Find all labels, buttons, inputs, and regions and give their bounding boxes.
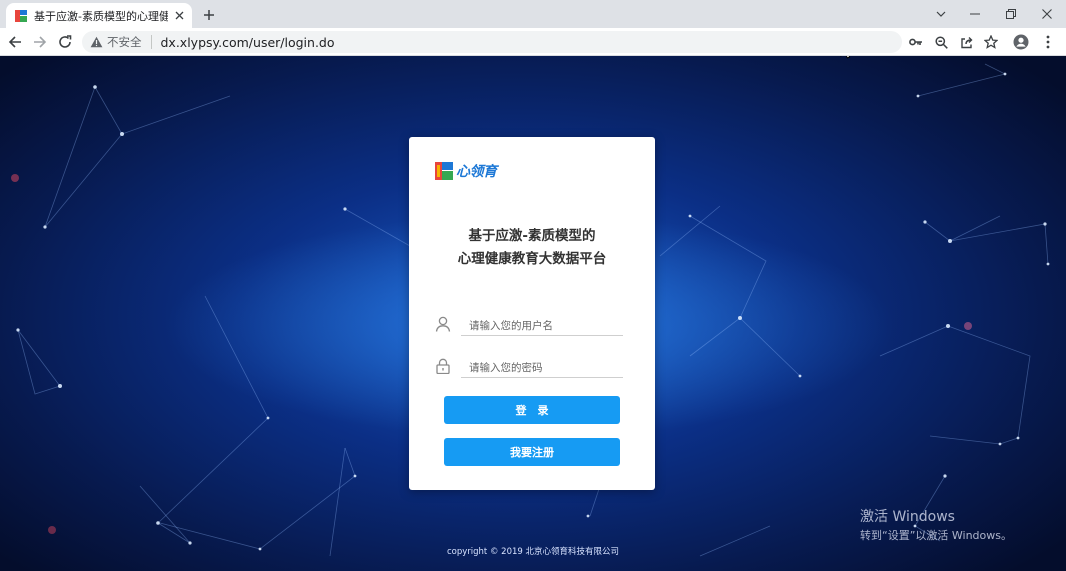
- tab-strip: 基于应激-素质模型的心理健康教育大数据平台: [0, 0, 1066, 28]
- tab-close-icon[interactable]: [172, 9, 186, 23]
- username-field: [435, 312, 623, 336]
- bookmark-star-icon[interactable]: [983, 34, 999, 50]
- mouse-cursor-icon: [840, 56, 851, 59]
- reload-icon[interactable]: [56, 33, 74, 51]
- lock-icon: [436, 358, 450, 374]
- restore-window-icon[interactable]: [994, 4, 1028, 24]
- login-card: 心领育 基于应激-素质模型的 心理健康教育大数据平台 请输入您的用户名 登 录 …: [409, 137, 655, 490]
- site-favicon-icon: [15, 9, 27, 22]
- register-button[interactable]: 我要注册: [444, 438, 620, 466]
- tab-search-chevron-down-icon[interactable]: [924, 4, 958, 24]
- password-input[interactable]: [461, 354, 623, 378]
- omnibox-divider: [150, 35, 152, 49]
- login-page: 心领育 基于应激-素质模型的 心理健康教育大数据平台 请输入您的用户名 登 录 …: [0, 56, 1066, 571]
- more-menu-icon[interactable]: [1040, 34, 1056, 50]
- password-field: [435, 354, 623, 378]
- platform-title-line1: 基于应激-素质模型的: [468, 228, 596, 244]
- address-bar[interactable]: 不安全 dx.xlypsy.com/user/login.do: [82, 31, 902, 53]
- profile-avatar-icon[interactable]: [1013, 34, 1029, 50]
- platform-title: 基于应激-素质模型的 心理健康教育大数据平台: [409, 225, 655, 271]
- login-button[interactable]: 登 录: [444, 396, 620, 424]
- zoom-icon[interactable]: [933, 34, 949, 50]
- new-tab-icon[interactable]: [200, 6, 218, 24]
- security-status-label: 不安全: [107, 35, 142, 49]
- warning-triangle-icon: [90, 36, 103, 48]
- user-icon: [435, 316, 451, 332]
- url-text[interactable]: dx.xlypsy.com/user/login.do: [161, 35, 335, 50]
- tab-title: 基于应激-素质模型的心理健康教育大数据平台: [34, 9, 168, 23]
- back-arrow-icon[interactable]: [6, 33, 24, 51]
- watermark-title: 激活 Windows: [860, 509, 955, 525]
- browser-tab[interactable]: 基于应激-素质模型的心理健康教育大数据平台: [6, 3, 192, 28]
- copyright-footer: copyright © 2019 北京心领育科技有限公司: [446, 547, 619, 557]
- platform-title-line2: 心理健康教育大数据平台: [457, 251, 607, 267]
- username-input[interactable]: [461, 312, 623, 336]
- brand-logo-icon: [435, 162, 453, 180]
- browser-toolbar: 不安全 dx.xlypsy.com/user/login.do: [0, 28, 1066, 56]
- brand-logo: 心领育: [435, 160, 497, 182]
- windows-activation-watermark: 激活 Windows 转到“设置”以激活 Windows。: [860, 508, 1012, 544]
- watermark-subtitle: 转到“设置”以激活 Windows。: [860, 529, 1012, 542]
- brand-name: 心领育: [456, 164, 497, 180]
- close-window-icon[interactable]: [1030, 4, 1064, 24]
- key-icon[interactable]: [908, 34, 924, 50]
- forward-arrow-icon[interactable]: [31, 33, 49, 51]
- minimize-window-icon[interactable]: [958, 4, 992, 24]
- share-icon[interactable]: [958, 34, 974, 50]
- browser-window: 基于应激-素质模型的心理健康教育大数据平台: [0, 0, 1066, 571]
